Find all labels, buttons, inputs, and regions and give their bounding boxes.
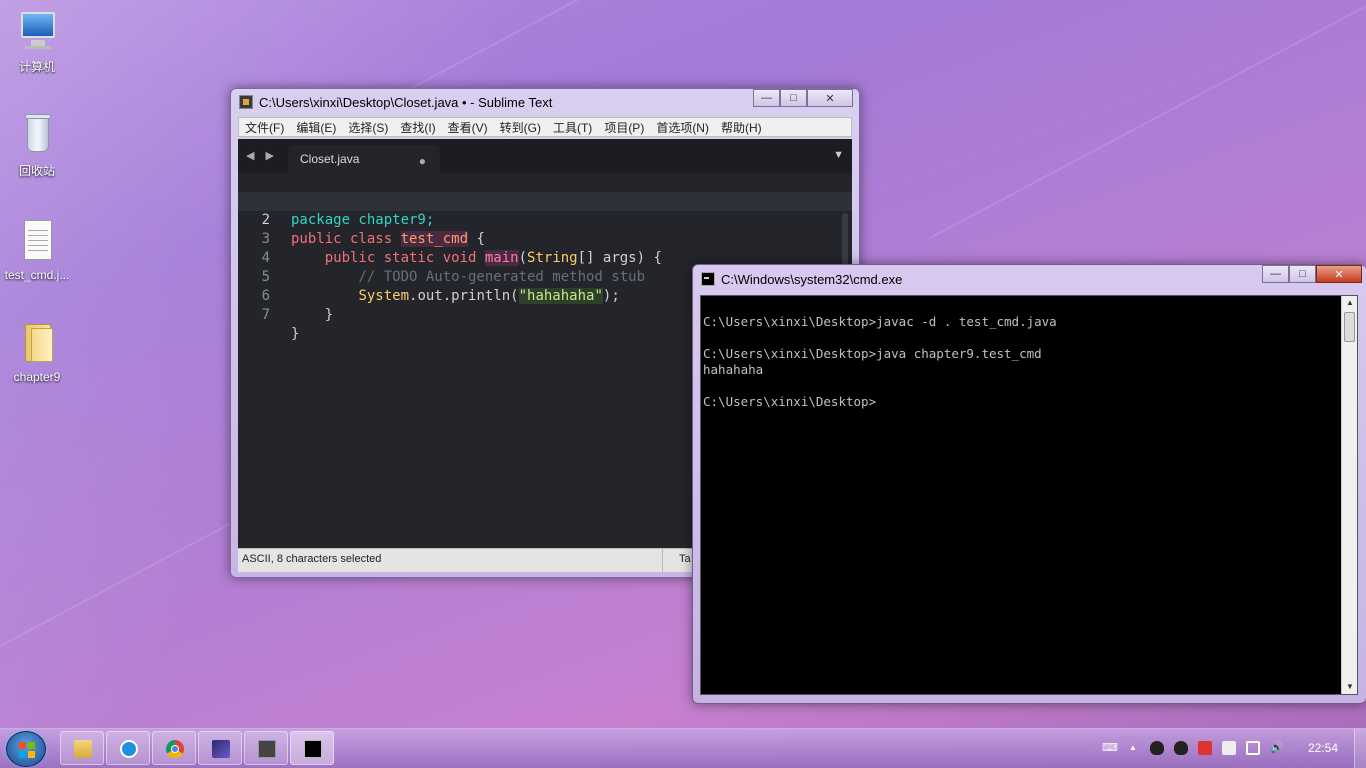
desktop-icon-label: 计算机 — [18, 60, 55, 74]
close-button[interactable]: ✕ — [807, 89, 853, 107]
system-tray: ⌨ ▲ 🔊 22:54 — [1096, 729, 1366, 768]
taskbar-sublime[interactable] — [244, 731, 288, 765]
skype-icon — [120, 740, 138, 758]
console-output: C:\Users\xinxi\Desktop>javac -d . test_c… — [703, 314, 1057, 409]
qq-icon[interactable] — [1174, 741, 1188, 755]
menu-tools[interactable]: 工具(T) — [547, 119, 598, 136]
caption-buttons: — □ ✕ — [753, 89, 853, 107]
minimize-button[interactable]: — — [753, 89, 780, 107]
maximize-button[interactable]: □ — [1289, 265, 1316, 283]
scroll-down-icon[interactable]: ▼ — [1342, 680, 1358, 694]
desktop-icon-test-cmd-file[interactable]: test_cmd.j... — [4, 220, 70, 282]
menu-preferences[interactable]: 首选项(N) — [650, 119, 715, 136]
recycle-bin-icon — [15, 114, 59, 158]
maximize-button[interactable]: □ — [780, 89, 807, 107]
taskbar-chrome[interactable] — [152, 731, 196, 765]
keyboard-icon[interactable]: ⌨ — [1102, 741, 1118, 755]
menu-help[interactable]: 帮助(H) — [715, 119, 768, 136]
code-token: } — [291, 326, 300, 342]
line-number: 7 — [261, 307, 270, 323]
tab-label: Closet.java — [300, 152, 360, 166]
show-desktop-button[interactable] — [1354, 729, 1366, 768]
sublime-text-icon — [239, 95, 253, 109]
menu-edit[interactable]: 编辑(E) — [290, 119, 342, 136]
tab-bar: ◀ ▶ Closet.java ● ▼ — [238, 139, 852, 173]
taskbar-explorer[interactable] — [60, 731, 104, 765]
desktop-icon-label: test_cmd.j... — [4, 268, 70, 282]
clock[interactable]: 22:54 — [1308, 741, 1338, 755]
qq-icon[interactable] — [1150, 741, 1164, 755]
chrome-icon — [166, 740, 184, 758]
desktop-icon-chapter9-folder[interactable]: chapter9 — [4, 322, 70, 384]
menu-bar: 文件(F) 编辑(E) 选择(S) 查找(I) 查看(V) 转到(G) 工具(T… — [238, 117, 852, 137]
menu-view[interactable]: 查看(V) — [442, 119, 494, 136]
volume-icon[interactable]: 🔊 — [1270, 741, 1284, 755]
console-scrollbar[interactable]: ▲ ▼ — [1341, 296, 1357, 694]
text-file-icon — [15, 220, 59, 264]
cmd-window[interactable]: C:\Windows\system32\cmd.exe — □ ✕ C:\Use… — [692, 264, 1366, 704]
console-area[interactable]: C:\Users\xinxi\Desktop>javac -d . test_c… — [700, 295, 1358, 695]
taskbar-skype[interactable] — [106, 731, 150, 765]
tab-closet-java[interactable]: Closet.java ● — [288, 145, 440, 173]
tab-nav-arrows[interactable]: ◀ ▶ — [246, 149, 278, 162]
code-line: 3 public static void main(String[] args)… — [238, 211, 852, 266]
scroll-thumb[interactable] — [1344, 312, 1355, 342]
scroll-up-icon[interactable]: ▲ — [1342, 296, 1358, 310]
caption-buttons: — □ ✕ — [1262, 265, 1362, 283]
menu-selection[interactable]: 选择(S) — [342, 119, 394, 136]
eclipse-icon — [212, 740, 230, 758]
cmd-icon — [304, 740, 322, 758]
unsaved-dot-icon[interactable]: ● — [419, 154, 426, 168]
network-icon[interactable] — [1246, 741, 1260, 755]
menu-find[interactable]: 查找(I) — [394, 119, 441, 136]
taskbar: ⌨ ▲ 🔊 22:54 — [0, 728, 1366, 768]
start-button[interactable] — [6, 731, 46, 767]
desktop-icon-label: chapter9 — [13, 370, 61, 384]
desktop-icon-recycle-bin[interactable]: 回收站 — [4, 114, 70, 179]
code-line: 4 // TODO Auto-generated method stub — [238, 230, 852, 285]
sublime-text-icon — [258, 740, 276, 758]
show-hidden-icons-icon[interactable]: ▲ — [1126, 741, 1140, 755]
desktop-icon-computer[interactable]: 计算机 — [4, 10, 70, 75]
taskbar-cmd[interactable] — [290, 731, 334, 765]
code-line-current: 2 public class test_cmd { — [238, 192, 852, 247]
close-button[interactable]: ✕ — [1316, 265, 1362, 283]
minimize-button[interactable]: — — [1262, 265, 1289, 283]
window-title: C:\Users\xinxi\Desktop\Closet.java • - S… — [259, 94, 553, 110]
tab-dropdown-icon[interactable]: ▼ — [833, 149, 844, 161]
status-selection: ASCII, 8 characters selected — [242, 553, 382, 565]
folder-icon — [15, 322, 59, 366]
cmd-icon — [701, 272, 715, 286]
taskbar-eclipse[interactable] — [198, 731, 242, 765]
wallpaper-streak — [928, 2, 1366, 240]
usb-device-icon[interactable] — [1222, 741, 1236, 755]
menu-project[interactable]: 项目(P) — [598, 119, 650, 136]
desktop-icon-label: 回收站 — [18, 164, 55, 178]
explorer-icon — [74, 740, 92, 758]
window-title: C:\Windows\system32\cmd.exe — [721, 271, 903, 287]
menu-goto[interactable]: 转到(G) — [494, 119, 547, 136]
security-icon[interactable] — [1198, 741, 1212, 755]
menu-file[interactable]: 文件(F) — [239, 119, 290, 136]
code-line: 1 package chapter9; — [238, 173, 852, 228]
computer-icon — [15, 10, 59, 54]
